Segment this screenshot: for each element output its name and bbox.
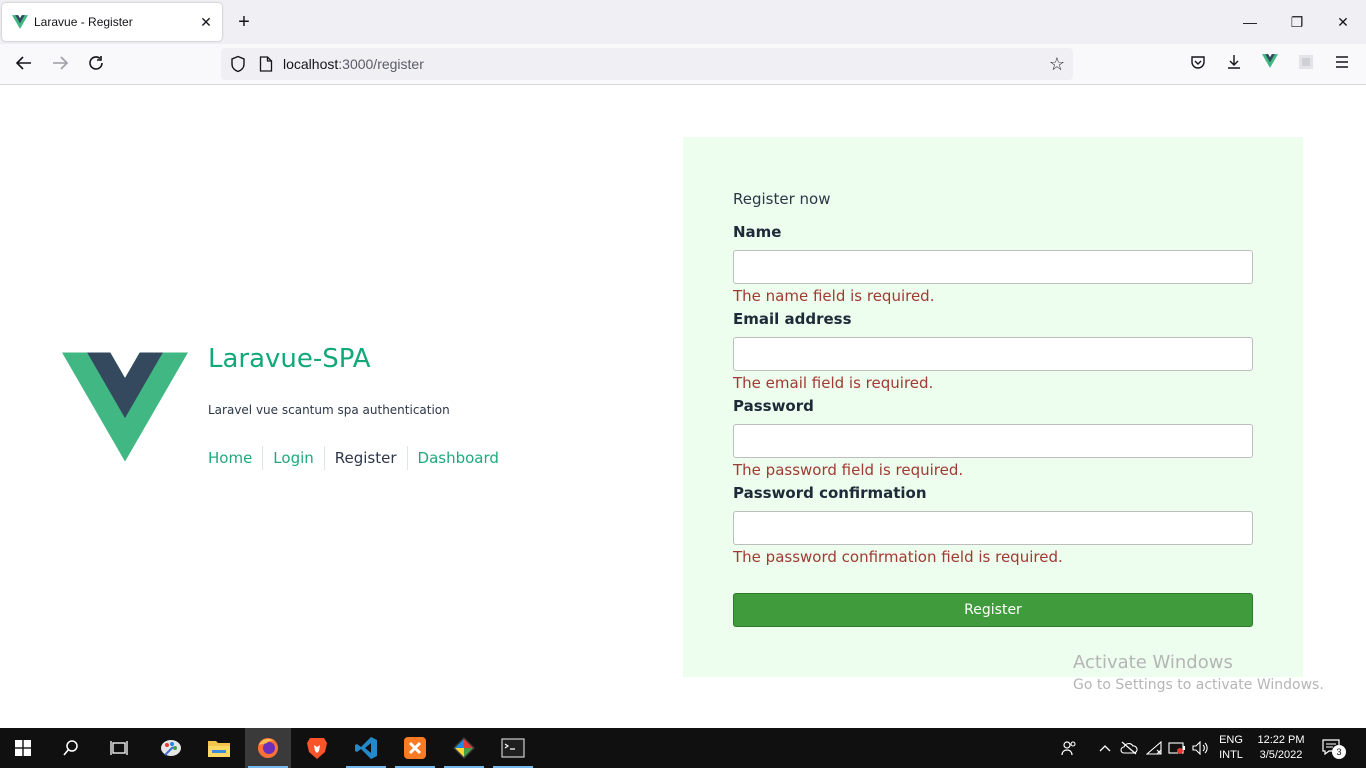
password-confirmation-field[interactable]: [733, 511, 1253, 545]
notification-badge: 3: [1332, 745, 1346, 759]
url-path: :3000/register: [338, 56, 424, 72]
taskbar-app-vscode[interactable]: [343, 728, 389, 768]
reload-icon: [89, 56, 103, 70]
name-error: The name field is required.: [733, 287, 935, 305]
tab-active[interactable]: Laravue - Register ✕: [2, 3, 222, 41]
input-language[interactable]: ENG INTL: [1216, 733, 1246, 763]
password-confirmation-label: Password confirmation: [733, 484, 927, 502]
vscode-icon: [355, 737, 377, 759]
taskbar-app-xampp[interactable]: [392, 728, 438, 768]
shield-icon[interactable]: [229, 55, 247, 73]
task-view-button[interactable]: [96, 728, 142, 768]
clock-date: 3/5/2022: [1259, 749, 1303, 761]
clock-time: 12:22 PM: [1257, 734, 1305, 746]
brand-title: Laravue-SPA: [208, 344, 371, 374]
forward-button[interactable]: [49, 54, 71, 76]
page-icon[interactable]: [259, 56, 273, 72]
new-tab-button[interactable]: +: [234, 12, 254, 32]
brand-subtitle: Laravel vue scantum spa authentication: [208, 403, 450, 417]
battery-icon[interactable]: [1167, 728, 1187, 768]
url-host: localhost: [283, 56, 339, 72]
vue-favicon-icon: [12, 15, 28, 29]
nav-link-home[interactable]: Home: [208, 446, 262, 470]
system-clock[interactable]: 12:22 PM 3/5/2022: [1252, 733, 1310, 763]
name-label: Name: [733, 223, 782, 241]
bookmark-star-icon[interactable]: ☆: [1047, 54, 1067, 74]
register-button[interactable]: Register: [733, 593, 1253, 627]
start-button[interactable]: [0, 728, 46, 768]
site-nav: Home Login Register Dashboard: [208, 446, 509, 470]
cloud-offline-icon[interactable]: [1119, 728, 1139, 768]
name-field[interactable]: [733, 250, 1253, 284]
nav-link-register[interactable]: Register: [323, 446, 407, 470]
restore-button[interactable]: ❐: [1287, 12, 1307, 32]
activate-windows-title: Activate Windows: [1073, 652, 1233, 673]
firefox-icon: [258, 738, 278, 758]
form-heading: Register now: [733, 190, 831, 208]
reload-button[interactable]: [85, 54, 107, 76]
tab-strip: Laravue - Register ✕ + — ❐ ✕: [0, 0, 1366, 44]
tab-title: Laravue - Register: [34, 15, 133, 29]
nav-link-login[interactable]: Login: [262, 446, 323, 470]
taskbar: ENG INTL 12:22 PM 3/5/2022 3: [0, 728, 1366, 768]
brave-icon: [307, 738, 327, 759]
windows-logo-icon: [15, 740, 31, 756]
vue-devtools-icon[interactable]: [1260, 54, 1280, 74]
taskbar-app-brave[interactable]: [294, 728, 340, 768]
address-bar[interactable]: localhost:3000/register ☆: [221, 48, 1073, 80]
arrow-right-icon: [53, 56, 69, 70]
password-label: Password: [733, 397, 814, 415]
nav-toolbar: localhost:3000/register ☆: [0, 44, 1366, 85]
password-field[interactable]: [733, 424, 1253, 458]
email-label: Email address: [733, 310, 852, 328]
pocket-icon[interactable]: [1188, 54, 1208, 74]
keyboard-layout: INTL: [1219, 749, 1243, 761]
xampp-icon: [404, 737, 426, 759]
back-button[interactable]: [13, 54, 35, 76]
arrow-left-icon: [15, 56, 31, 70]
folder-icon: [208, 741, 230, 757]
taskbar-app-firefox[interactable]: [245, 728, 291, 768]
taskbar-app-paint[interactable]: [148, 728, 194, 768]
vue-logo: [62, 352, 188, 462]
password-confirmation-error: The password confirmation field is requi…: [733, 548, 1063, 566]
chevron-up-icon[interactable]: [1095, 728, 1115, 768]
task-view-icon: [110, 741, 128, 755]
paint-icon: [161, 740, 181, 756]
people-icon[interactable]: [1058, 728, 1080, 768]
close-window-button[interactable]: ✕: [1333, 12, 1353, 32]
git-tool-icon: [453, 737, 475, 759]
search-icon: [63, 740, 78, 756]
email-field[interactable]: [733, 337, 1253, 371]
taskbar-app-file-explorer[interactable]: [196, 728, 242, 768]
network-icon[interactable]: [1144, 728, 1164, 768]
activate-windows-subtitle: Go to Settings to activate Windows.: [1073, 677, 1324, 693]
menu-icon[interactable]: [1332, 54, 1352, 74]
downloads-icon[interactable]: [1224, 54, 1244, 74]
register-card: Register now Name The name field is requ…: [683, 137, 1303, 677]
terminal-icon: [501, 738, 525, 758]
volume-icon[interactable]: [1191, 728, 1211, 768]
extension-icon[interactable]: [1296, 54, 1316, 74]
password-error: The password field is required.: [733, 461, 964, 479]
tab-close-icon[interactable]: ✕: [198, 14, 214, 30]
nav-link-dashboard[interactable]: Dashboard: [406, 446, 509, 470]
url-text[interactable]: localhost:3000/register: [283, 56, 424, 72]
taskbar-app-terminal[interactable]: [490, 728, 536, 768]
taskbar-app-sourcetree[interactable]: [441, 728, 487, 768]
language-code: ENG: [1219, 734, 1243, 746]
email-error: The email field is required.: [733, 374, 934, 392]
minimize-button[interactable]: —: [1240, 12, 1260, 32]
notification-center-button[interactable]: 3: [1322, 737, 1346, 759]
search-button[interactable]: [48, 728, 94, 768]
